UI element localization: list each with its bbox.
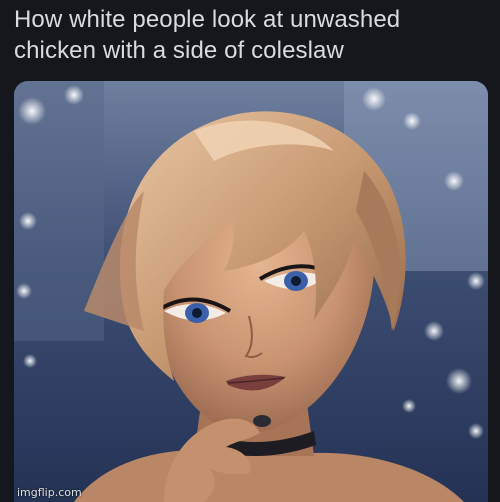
meme-image: imgflip.com <box>14 81 488 502</box>
caption-line-1: How white people look at unwashed <box>14 6 401 33</box>
meme-caption: How white people look at unwashed chicke… <box>14 4 484 66</box>
caption-line-2: chicken with a side of coleslaw <box>14 37 344 64</box>
meme-card: How white people look at unwashed chicke… <box>0 0 500 502</box>
imgflip-watermark: imgflip.com <box>17 486 82 499</box>
character-illustration <box>14 81 488 502</box>
